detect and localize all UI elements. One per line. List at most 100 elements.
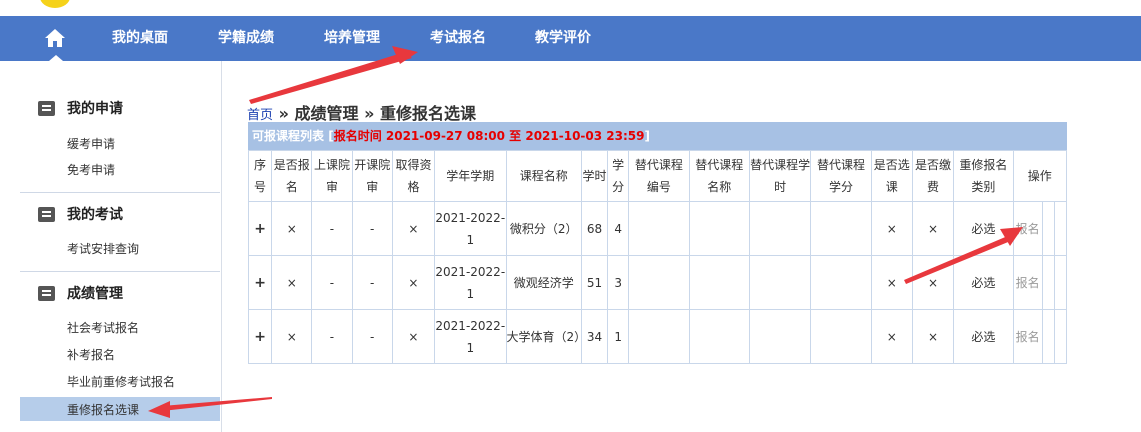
table-cell: - — [311, 201, 353, 256]
sidebar-item-retake-signup[interactable]: 重修报名选课 — [67, 401, 139, 418]
table-cell: 51 — [580, 255, 609, 310]
table-cell — [628, 201, 690, 256]
column-header: 重修报名类别 — [953, 150, 1014, 202]
table-cell: 3 — [607, 255, 630, 310]
table-cell — [688, 201, 750, 256]
nav-item-training[interactable]: 培养管理 — [324, 16, 380, 61]
table-cell: × — [911, 309, 955, 364]
column-header: 替代课程编号 — [628, 150, 690, 202]
table-cell — [1053, 309, 1068, 364]
table-cell: 必选 — [953, 255, 1014, 310]
table-cell: × — [391, 201, 436, 256]
bracket: ] — [644, 129, 650, 143]
sidebar: 我的申请 缓考申请 免考申请 我的考试 考试安排查询 成绩管理 社会考试报名 补… — [0, 61, 222, 432]
table-cell: - — [311, 309, 353, 364]
table-cell — [1041, 201, 1055, 256]
table-cell: × — [271, 309, 313, 364]
sidebar-item-pregrad-retake[interactable]: 毕业前重修考试报名 — [67, 373, 175, 390]
top-strip — [0, 0, 1141, 16]
table-cell — [1053, 201, 1068, 256]
sidebar-item-exam-schedule[interactable]: 考试安排查询 — [67, 240, 139, 257]
table-cell: 微积分（2） — [505, 201, 582, 256]
sidebar-item-defer-exam[interactable]: 缓考申请 — [67, 135, 115, 152]
table-cell: 微观经济学 — [505, 255, 582, 310]
column-header: 上课院审 — [311, 150, 353, 202]
table-cell: × — [391, 309, 436, 364]
table-cell — [1041, 255, 1055, 310]
expand-toggle[interactable]: + — [247, 201, 273, 256]
nav-item-exam-signup[interactable]: 考试报名 — [430, 16, 486, 61]
table-cell — [810, 255, 872, 310]
column-header: 替代课程学分 — [810, 150, 872, 202]
expand-toggle[interactable]: + — [247, 255, 273, 310]
table-cell: - — [351, 255, 393, 310]
table-cell: - — [351, 201, 393, 256]
table-cell — [1041, 309, 1055, 364]
column-header: 取得资格 — [391, 150, 436, 202]
table-cell — [810, 201, 872, 256]
table-cell — [628, 255, 690, 310]
nav-item-grades[interactable]: 学籍成绩 — [218, 16, 274, 61]
table-cell: × — [271, 255, 313, 310]
home-icon[interactable] — [44, 27, 66, 49]
signup-period: 报名时间 2021-09-27 08:00 至 2021-10-03 23:59 — [333, 129, 645, 143]
table-cell: 2021-2022-1 — [434, 255, 507, 310]
column-header: 是否选课 — [870, 150, 913, 202]
list-icon — [38, 286, 55, 301]
sidebar-item-makeup-exam[interactable]: 补考报名 — [67, 346, 115, 363]
table-cell: - — [351, 309, 393, 364]
column-header: 操作 — [1012, 150, 1068, 202]
table-row: + × - - × 2021-2022-1 大学体育（2） 34 1 × × 必… — [247, 309, 1068, 364]
signup-button[interactable]: 报名 — [1012, 201, 1043, 256]
sidebar-item-social-exam[interactable]: 社会考试报名 — [67, 319, 139, 336]
table-cell — [1053, 255, 1068, 310]
table-cell: × — [870, 201, 913, 256]
list-icon — [38, 207, 55, 222]
table-cell — [688, 309, 750, 364]
sidebar-item-exam-exemption[interactable]: 免考申请 — [67, 161, 115, 178]
table-cell: × — [911, 201, 955, 256]
table-cell — [688, 255, 750, 310]
breadcrumb-separator: » — [358, 104, 380, 123]
breadcrumb-home-link[interactable]: 首页 — [247, 108, 273, 123]
top-nav: 我的桌面 学籍成绩 培养管理 考试报名 教学评价 — [0, 16, 1141, 61]
column-header: 序号 — [247, 150, 273, 202]
table-cell — [748, 309, 812, 364]
signup-button[interactable]: 报名 — [1012, 255, 1043, 310]
expand-toggle[interactable]: + — [247, 309, 273, 364]
table-cell: - — [311, 255, 353, 310]
table-cell: × — [271, 201, 313, 256]
sidebar-divider — [20, 271, 220, 272]
breadcrumb-item: 成绩管理 — [294, 104, 359, 123]
table-cell — [748, 255, 812, 310]
table-cell: 必选 — [953, 201, 1014, 256]
nav-item-teaching-eval[interactable]: 教学评价 — [535, 16, 591, 61]
column-header: 开课院审 — [351, 150, 393, 202]
column-header: 学分 — [607, 150, 630, 202]
nav-item-desktop[interactable]: 我的桌面 — [112, 16, 168, 61]
table-header-row: 序号 是否报名 上课院审 开课院审 取得资格 学年学期 课程名称 学时 学分 替… — [247, 150, 1068, 202]
breadcrumb: 首页 » 成绩管理 » 重修报名选课 — [247, 100, 476, 124]
page-title: 重修报名选课 — [380, 104, 477, 123]
table-cell — [628, 309, 690, 364]
table-cell: 1 — [607, 309, 630, 364]
table-cell: × — [870, 309, 913, 364]
column-header: 是否缴费 — [911, 150, 955, 202]
table-cell — [810, 309, 872, 364]
table-cell: × — [911, 255, 955, 310]
table-title-bar: 可报课程列表 [报名时间 2021-09-27 08:00 至 2021-10-… — [248, 122, 1067, 150]
course-table: 序号 是否报名 上课院审 开课院审 取得资格 学年学期 课程名称 学时 学分 替… — [247, 150, 1068, 364]
column-header: 学年学期 — [434, 150, 507, 202]
column-header: 替代课程名称 — [688, 150, 750, 202]
table-cell: 4 — [607, 201, 630, 256]
table-cell: 2021-2022-1 — [434, 201, 507, 256]
table-cell: × — [391, 255, 436, 310]
table-title: 可报课程列表 — [252, 129, 325, 143]
logo — [40, 0, 70, 8]
table-cell: 68 — [580, 201, 609, 256]
table-cell: 2021-2022-1 — [434, 309, 507, 364]
table-cell: × — [870, 255, 913, 310]
column-header: 是否报名 — [271, 150, 313, 202]
signup-button[interactable]: 报名 — [1012, 309, 1043, 364]
table-cell: 大学体育（2） — [505, 309, 586, 364]
